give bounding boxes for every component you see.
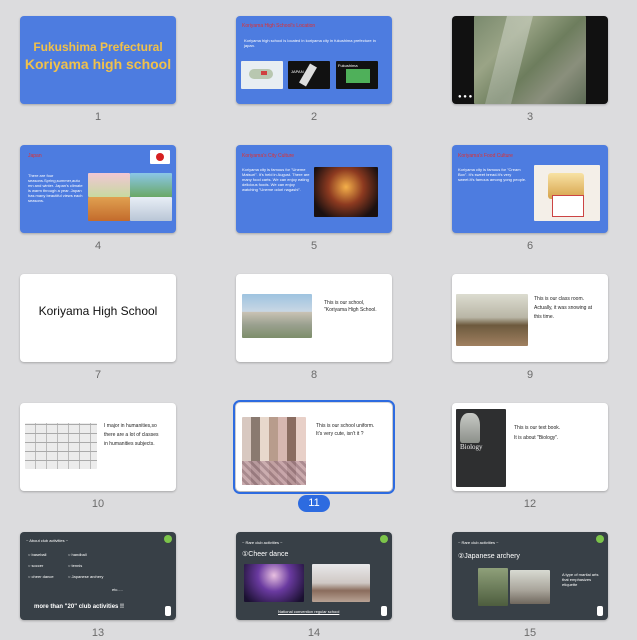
slide-preview: Japan There are four seasons.Spring,summ… <box>20 145 176 233</box>
slide-title: Koriyama high school <box>24 56 172 72</box>
slide-subheading: ②Japanese archery <box>458 553 520 560</box>
mascot-icon <box>381 606 387 616</box>
slide-number: 14 <box>307 627 321 639</box>
slide-text: Koriyama city is famous for "Uneme Matsu… <box>242 167 310 192</box>
slide-preview: Koriyama's City Culture Koriyama city is… <box>236 145 392 233</box>
slide-text: "Koriyama High School. <box>324 307 377 313</box>
etc-text: etc..... <box>112 587 123 592</box>
slide-preview: Biology This is our text book. It is abo… <box>452 403 608 491</box>
mascot-icon <box>380 535 388 543</box>
slide-number: 4 <box>94 240 102 252</box>
slide-heading: Koriyama's Food Culture <box>458 153 513 159</box>
world-map-image <box>241 61 283 89</box>
slide-number-selected: 11 <box>298 495 330 512</box>
slide-number: 2 <box>310 111 318 123</box>
slide-heading: Koriyama High School's Location <box>242 23 316 29</box>
slide-number: 12 <box>523 498 537 510</box>
slide-text: It's very cute, isn't it ? <box>316 431 364 437</box>
school-photo <box>242 294 312 338</box>
archery-photo <box>510 570 550 604</box>
slide-preview: Koriyama's Food Culture Koriyama city is… <box>452 145 608 233</box>
slide-text: There are four seasons.Spring,summer,aut… <box>28 173 83 203</box>
slide-number: 13 <box>91 627 105 639</box>
club-item: ○ soccer <box>28 563 44 568</box>
japan-map-image: JAPAN <box>288 61 330 89</box>
club-item: ○ tennis <box>68 563 83 568</box>
slide-preview: Fukushima Prefectural Koriyama high scho… <box>20 16 176 104</box>
club-item: ○ cheer dance <box>28 574 54 579</box>
fukushima-map-image: Fukushima <box>336 61 378 89</box>
slide-text: I major in humanities,so <box>104 423 157 429</box>
club-item: ○ handball <box>68 552 87 557</box>
photo-caption: A type of martial arts that emphasizes e… <box>562 572 599 587</box>
slide-number: 9 <box>526 369 534 381</box>
club-item: ○ Japanese archery <box>68 574 104 579</box>
timetable-photo <box>25 423 97 469</box>
slide-text: This is our school uniform. <box>316 423 375 429</box>
classroom-photo <box>456 294 528 346</box>
mascot-icon <box>165 606 171 616</box>
slide-preview: This is our class room. Actually, it was… <box>452 274 608 362</box>
slide-number: 3 <box>526 111 534 123</box>
club-item: ○ baseball <box>28 552 47 557</box>
winter-photo <box>130 197 172 221</box>
slide-number: 8 <box>310 369 318 381</box>
slide-footer: more than "20" club activities !! <box>34 604 125 610</box>
slide-number: 6 <box>526 240 534 252</box>
slide-preview: This is our school uniform. It's very cu… <box>233 400 395 494</box>
slide-text: This is our class room. <box>534 296 585 302</box>
slide-subheading: ①Cheer dance <box>242 551 289 558</box>
slide-heading: ~ Rare club activities ~ <box>458 540 499 545</box>
slide-heading: Japan <box>28 153 42 159</box>
slide-text: this time. <box>534 314 555 320</box>
cheer-team-photo <box>312 564 370 602</box>
slide-number: 1 <box>94 111 102 123</box>
summer-photo <box>130 173 172 197</box>
slide-text: This is our text book. <box>514 425 561 431</box>
slide-heading: ~ About club activities ~ <box>26 538 69 543</box>
slide-number: 15 <box>523 627 537 639</box>
book-title: Biology <box>460 443 483 451</box>
slide-text: This is our school, <box>324 300 365 306</box>
slide-number: 10 <box>91 498 105 510</box>
slide-heading: ~ Rare club activities ~ <box>242 540 283 545</box>
slide-number: 5 <box>310 240 318 252</box>
slide-preview: ~ About club activities ~ ○ baseball ○ h… <box>20 532 176 620</box>
slide-text: It is about "Biology". <box>514 435 559 441</box>
slide-number: 7 <box>94 369 102 381</box>
mascot-icon <box>597 606 603 616</box>
slide-preview: Koriyama High School <box>20 274 176 362</box>
slide-title: Koriyama High School <box>38 304 158 318</box>
satellite-map-image <box>474 16 586 104</box>
spring-photo <box>88 173 130 197</box>
festival-photo <box>314 167 378 217</box>
mascot-icon <box>164 535 172 543</box>
archery-photo <box>478 568 508 606</box>
cheer-dance-photo <box>244 564 304 602</box>
video-controls-icon: ● ● ● <box>458 94 473 100</box>
slide-preview: ~ Rare club activities ~ ②Japanese arche… <box>452 532 608 620</box>
slide-text: Koriyama high school is located in koriy… <box>244 38 376 48</box>
photo-caption: National convention regular school <box>278 609 340 614</box>
slide-preview: I major in humanities,so there are a lot… <box>20 403 176 491</box>
slide-preview: Koriyama High School's Location Koriyama… <box>236 16 392 104</box>
slide-preview: ● ● ● <box>452 16 608 104</box>
slide-preview: ~ Rare club activities ~ ①Cheer dance Na… <box>236 532 392 620</box>
mascot-icon <box>596 535 604 543</box>
slide-heading: Koriyama's City Culture <box>242 153 295 159</box>
autumn-photo <box>88 197 130 221</box>
slide-text: Actually, it was snowing at <box>534 305 592 311</box>
slide-text: there are a lot of classes <box>104 432 159 438</box>
japan-flag-icon <box>150 150 170 164</box>
slide-preview: This is our school, "Koriyama High Schoo… <box>236 274 392 362</box>
slide-text: in humanities subjects. <box>104 441 155 447</box>
slide-text: Koriyama city is famous for "Cream Box".… <box>458 167 527 182</box>
slide-title: Fukushima Prefectural <box>33 40 163 54</box>
cream-box-photo <box>534 165 600 221</box>
textbook-photo: Biology <box>456 409 506 487</box>
uniform-photo <box>242 417 306 485</box>
